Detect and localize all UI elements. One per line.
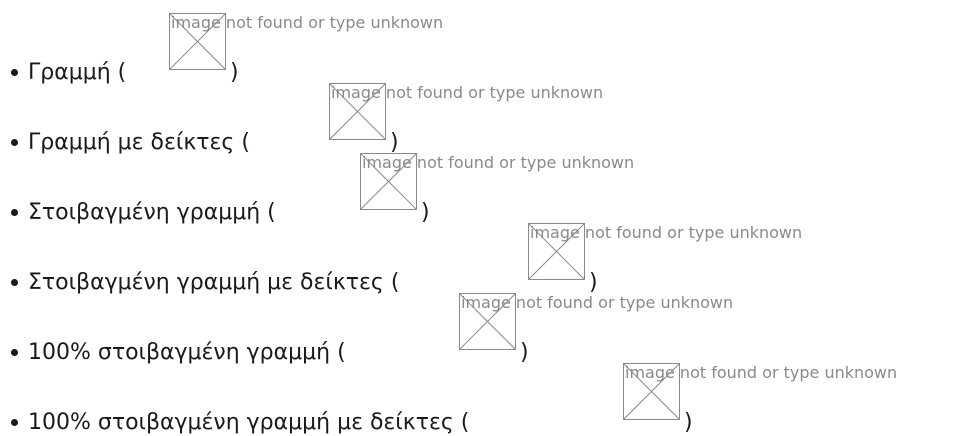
image-alt-text: image not found or type unknown [362, 153, 635, 172]
broken-image-icon: image not found or type unknown [329, 83, 603, 140]
broken-image-icon: image not found or type unknown [360, 153, 634, 210]
image-alt-text: image not found or type unknown [171, 13, 444, 32]
image-alt-text: image not found or type unknown [625, 363, 898, 382]
broken-image-icon: image not found or type unknown [623, 363, 897, 420]
list-item-line-with-markers: Γραμμή με δείκτες ( image not found or t… [0, 80, 968, 155]
bullet [11, 209, 18, 216]
broken-image-icon: image not found or type unknown [528, 223, 802, 280]
bullet [11, 279, 18, 286]
bullet [11, 419, 18, 426]
list-item-100-stacked-line-with-markers: 100% στοιβαγμένη γραμμή με δείκτες ( ima… [0, 360, 968, 435]
broken-image-icon: image not found or type unknown [169, 13, 443, 70]
list-item-100-stacked-line: 100% στοιβαγμένη γραμμή ( image not foun… [0, 290, 968, 365]
broken-image-icon: image not found or type unknown [459, 293, 733, 350]
list-item-stacked-line: Στοιβαγμένη γραμμή ( image not found or … [0, 150, 968, 225]
bullet [11, 349, 18, 356]
list-item-label: 100% στοιβαγμένη γραμμή με δείκτες ( [28, 410, 470, 435]
image-alt-text: image not found or type unknown [530, 223, 803, 242]
bullet [11, 69, 18, 76]
chart-type-list: Γραμμή ( image not found or type unknown… [0, 0, 968, 435]
image-alt-text: image not found or type unknown [461, 293, 734, 312]
close-paren: ) [684, 410, 693, 435]
list-item-stacked-line-with-markers: Στοιβαγμένη γραμμή με δείκτες ( image no… [0, 220, 968, 295]
list-item-line: Γραμμή ( image not found or type unknown… [0, 10, 968, 85]
image-alt-text: image not found or type unknown [331, 83, 604, 102]
bullet [11, 139, 18, 146]
